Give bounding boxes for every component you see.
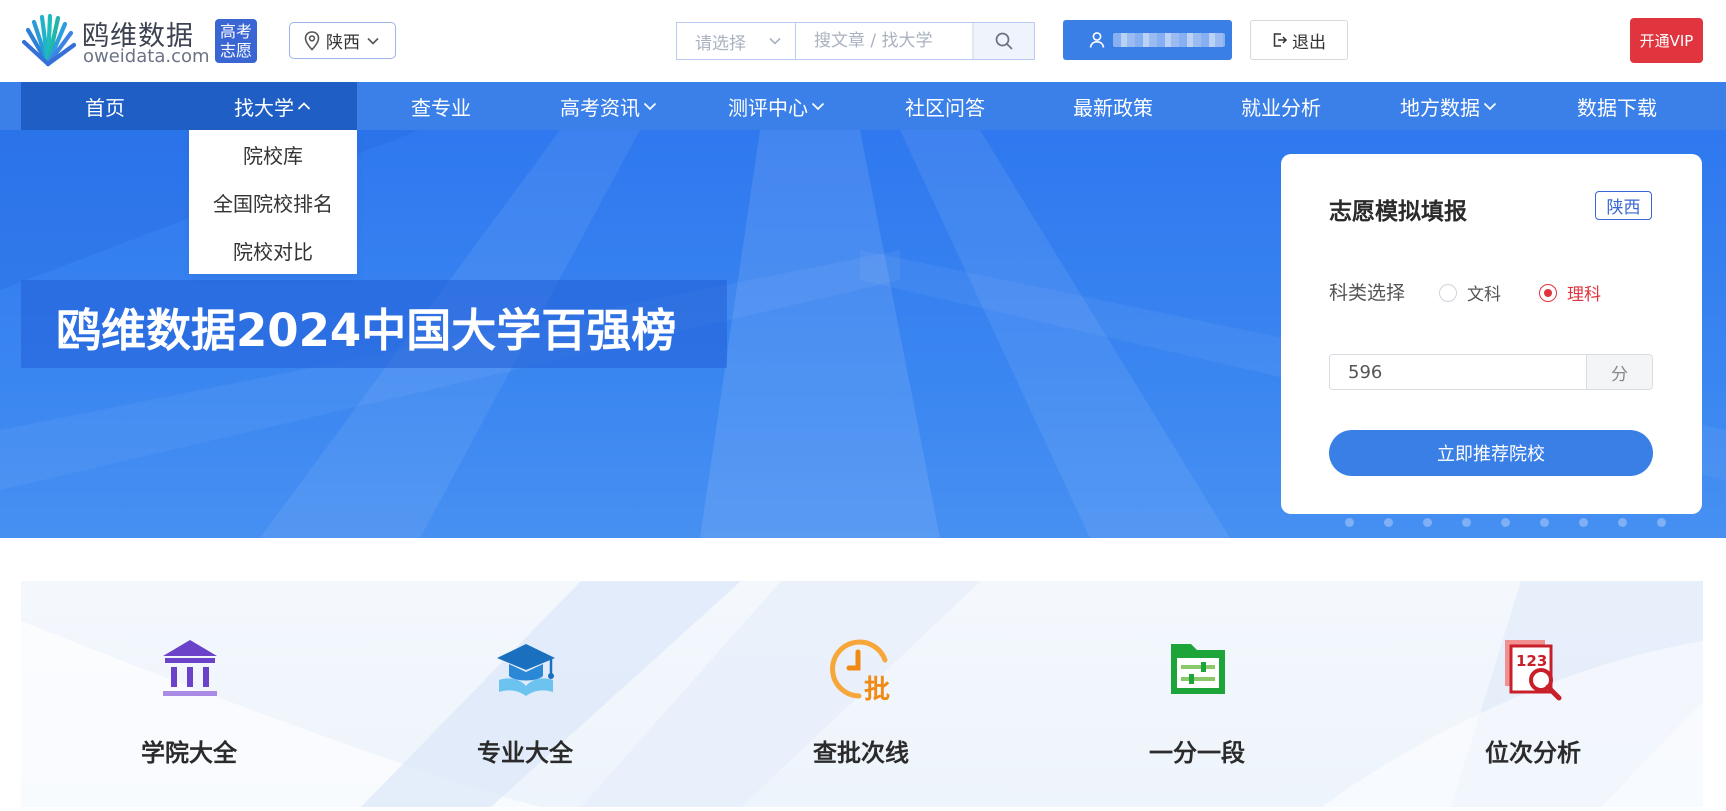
tool-label: 查批次线: [813, 739, 909, 767]
recommend-schools-button[interactable]: 立即推荐院校: [1329, 430, 1653, 476]
nav-item-download[interactable]: 数据下载: [1533, 82, 1701, 130]
logout-icon: [1273, 33, 1288, 47]
radio-circle-checked[interactable]: [1539, 283, 1557, 302]
tool-label: 一分一段: [1149, 739, 1245, 767]
carousel-dot[interactable]: [1540, 518, 1549, 527]
university-building-icon: [163, 640, 217, 696]
logo[interactable]: 鸥维数据 oweidata.com 高考 志愿: [20, 12, 260, 68]
user-icon: [1089, 32, 1105, 48]
nav-item-community[interactable]: 社区问答: [861, 82, 1029, 130]
radio-circle[interactable]: [1439, 283, 1457, 302]
user-account-button[interactable]: [1063, 20, 1232, 60]
volunteer-simulation-card: 志愿模拟填报 陕西 科类选择 文科 理科 分 立即推荐院校: [1281, 154, 1702, 514]
carousel-dot[interactable]: [1423, 518, 1432, 527]
shell-logo-icon: [21, 13, 76, 67]
chevron-down-icon: [769, 37, 781, 45]
province-selector[interactable]: 陕西: [289, 22, 396, 59]
search-icon: [995, 32, 1013, 50]
nav-item-local-data[interactable]: 地方数据: [1365, 82, 1533, 130]
nav-item-label: 就业分析: [1241, 95, 1321, 120]
sim-province-badge[interactable]: 陕西: [1595, 191, 1652, 220]
quick-tools-panel: 学院大全 专业大全 批 查批次线 一分一段 123 位次分析: [21, 581, 1703, 807]
nav-item-label: 地方数据: [1400, 95, 1480, 120]
nav-item-label: 最新政策: [1073, 95, 1153, 120]
tool-majors[interactable]: 专业大全: [357, 581, 693, 807]
logo-url: oweidata.com: [83, 46, 210, 67]
nav-item-find-university[interactable]: 找大学: [189, 82, 357, 130]
dropdown-item-university-library[interactable]: 院校库: [189, 130, 357, 178]
rank-magnifier-icon: 123: [1505, 640, 1562, 701]
carousel-dot[interactable]: [1345, 518, 1354, 527]
search-category-placeholder: 请选择: [695, 33, 746, 54]
province-label: 陕西: [326, 33, 360, 53]
folder-sliders-icon: [1171, 644, 1225, 694]
chevron-down-icon: [643, 102, 657, 111]
nav-item-assessment[interactable]: 测评中心: [693, 82, 861, 130]
header: 鸥维数据 oweidata.com 高考 志愿 陕西 请选择 搜文章 / 找大学…: [0, 0, 1726, 82]
radio-label: 文科: [1467, 285, 1501, 305]
graduation-cap-book-icon: [497, 644, 555, 696]
nav-item-home[interactable]: 首页: [21, 82, 189, 130]
chevron-down-icon: [1483, 102, 1497, 111]
nav-item-label: 数据下载: [1577, 95, 1657, 120]
radio-label: 理科: [1567, 285, 1601, 305]
tool-batch-lines[interactable]: 批 查批次线: [693, 581, 1029, 807]
sim-card-title: 志愿模拟填报: [1329, 199, 1467, 225]
tool-label: 学院大全: [141, 739, 237, 767]
radio-liberal-arts[interactable]: 文科: [1439, 280, 1501, 305]
carousel-dot[interactable]: [1501, 518, 1510, 527]
tool-rank-analysis[interactable]: 123 位次分析: [1365, 581, 1701, 807]
open-vip-button[interactable]: 开通VIP: [1630, 18, 1703, 63]
tool-score-segments[interactable]: 一分一段: [1029, 581, 1365, 807]
gaokao-badge: 高考 志愿: [215, 19, 257, 63]
svg-text:批: 批: [864, 675, 890, 702]
chevron-up-icon: [297, 102, 311, 110]
search-input[interactable]: [796, 23, 972, 59]
user-name-redacted: [1113, 33, 1225, 47]
tool-colleges[interactable]: 学院大全: [21, 581, 357, 807]
score-field: 分: [1329, 354, 1653, 390]
nav-item-label: 首页: [85, 95, 125, 120]
tool-label: 位次分析: [1485, 739, 1581, 767]
carousel-dot[interactable]: [1462, 518, 1471, 527]
find-university-dropdown: 院校库 全国院校排名 院校对比: [189, 130, 357, 274]
dropdown-item-compare[interactable]: 院校对比: [189, 226, 357, 274]
tool-label: 专业大全: [477, 739, 573, 767]
search-button[interactable]: [972, 23, 1034, 59]
dropdown-item-national-ranking[interactable]: 全国院校排名: [189, 178, 357, 226]
carousel-dot[interactable]: [1384, 518, 1393, 527]
score-input[interactable]: [1330, 355, 1586, 389]
nav-item-policy[interactable]: 最新政策: [1029, 82, 1197, 130]
nav-item-label: 查专业: [411, 95, 471, 120]
nav-item-majors[interactable]: 查专业: [357, 82, 525, 130]
carousel-dot[interactable]: [1579, 518, 1588, 527]
badge-line-2: 志愿: [219, 41, 252, 60]
svg-text:123: 123: [1516, 652, 1547, 670]
carousel-dots: [1345, 518, 1666, 527]
search-category-select[interactable]: 请选择: [677, 23, 796, 59]
logout-label: 退出: [1292, 32, 1326, 53]
location-pin-icon: [304, 30, 320, 51]
radio-science[interactable]: 理科: [1539, 280, 1601, 305]
nav-item-label: 测评中心: [728, 95, 808, 120]
chevron-down-icon: [367, 37, 379, 45]
chevron-down-icon: [811, 102, 825, 111]
subject-select-label: 科类选择: [1329, 282, 1406, 304]
main-nav: 首页 找大学 查专业 高考资讯 测评中心 社区问答 最新政策 就业分析 地方数据…: [0, 82, 1726, 130]
carousel-dot[interactable]: [1657, 518, 1666, 527]
nav-item-label: 高考资讯: [560, 95, 640, 120]
batch-clock-icon: 批: [830, 639, 890, 702]
banner-headline: 鸥维数据2024中国大学百强榜: [56, 304, 677, 357]
nav-item-news[interactable]: 高考资讯: [525, 82, 693, 130]
nav-item-label: 找大学: [234, 95, 294, 120]
badge-line-1: 高考: [219, 22, 252, 41]
score-unit: 分: [1586, 355, 1652, 389]
nav-item-employment[interactable]: 就业分析: [1197, 82, 1365, 130]
nav-item-label: 社区问答: [905, 95, 985, 120]
search-bar: 请选择: [676, 22, 1035, 60]
carousel-dot[interactable]: [1618, 518, 1627, 527]
logout-button[interactable]: 退出: [1250, 20, 1348, 60]
